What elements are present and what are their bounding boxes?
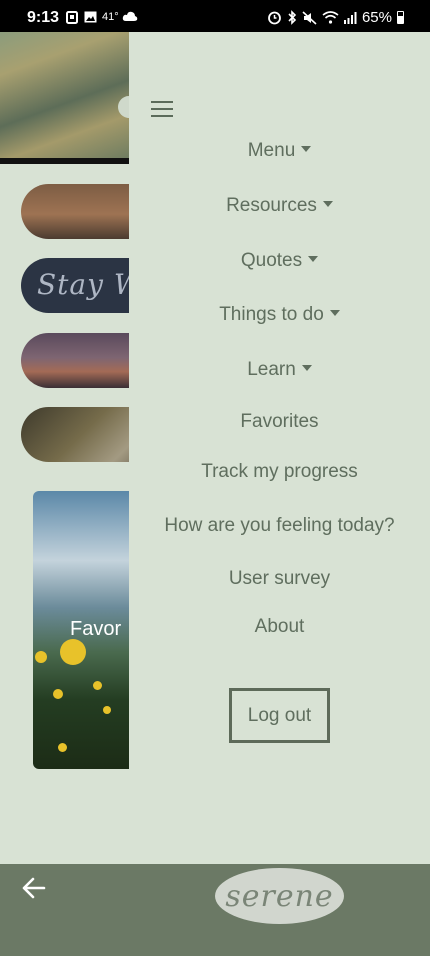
category-card-2[interactable]: Stay W [21, 258, 129, 313]
bottom-bar: serene [0, 864, 430, 956]
bluetooth-icon [288, 10, 297, 25]
category-card-3[interactable] [21, 333, 129, 388]
nav-how-are-you-feeling[interactable]: How are you feeling today? [129, 515, 430, 537]
flower-decoration [103, 706, 111, 714]
alarm-icon [268, 11, 281, 25]
back-arrow-icon[interactable] [22, 877, 46, 899]
system-icons: 65% [267, 9, 404, 26]
cloud-icon [122, 11, 138, 21]
wifi-icon [322, 11, 339, 24]
notification-icons [66, 10, 97, 24]
phone-notification-icon [66, 10, 78, 24]
nav-about[interactable]: About [129, 616, 430, 638]
nav-track-my-progress[interactable]: Track my progress [129, 461, 430, 483]
caret-down-icon [322, 200, 333, 207]
nav-resources-dropdown[interactable]: Resources [129, 195, 430, 217]
nav-menu-dropdown[interactable]: Menu [129, 140, 430, 162]
logout-button[interactable]: Log out [229, 688, 330, 743]
quote-snippet: Stay W [37, 268, 129, 301]
hero-image [0, 32, 129, 158]
nav-label: Things to do [219, 304, 324, 325]
nav-label: About [254, 616, 305, 637]
flower-decoration [35, 651, 47, 663]
flower-decoration [53, 689, 63, 699]
navigation-drawer: Menu Resources Quotes Things to do Learn… [129, 32, 430, 864]
nav-label: How are you feeling today? [164, 515, 395, 536]
nav-things-to-do-dropdown[interactable]: Things to do [129, 304, 430, 326]
nav-label: Track my progress [201, 461, 358, 482]
nav-label: Learn [247, 359, 296, 380]
nav-label: Favorites [240, 411, 319, 432]
nav-favorites[interactable]: Favorites [129, 411, 430, 433]
battery-icon [397, 11, 404, 24]
flower-decoration [93, 681, 102, 690]
nav-label: Resources [226, 195, 317, 216]
caret-down-icon [308, 255, 319, 262]
status-time: 9:13 [27, 9, 60, 26]
category-card-1[interactable] [21, 184, 129, 239]
nav-user-survey[interactable]: User survey [129, 568, 430, 590]
nav-label: User survey [228, 568, 331, 589]
hamburger-menu-icon[interactable] [151, 101, 173, 117]
image-notification-icon [84, 11, 97, 23]
nav-label: Quotes [240, 250, 303, 271]
nav-label: Menu [247, 140, 296, 161]
nav-quotes-dropdown[interactable]: Quotes [129, 250, 430, 272]
flower-decoration [58, 743, 67, 752]
logo-text: serene [225, 878, 334, 914]
category-card-4[interactable] [21, 407, 129, 462]
status-temperature: 41° [102, 11, 119, 23]
favorites-card-label: Favor [70, 618, 122, 640]
flower-decoration [60, 639, 86, 665]
caret-down-icon [301, 364, 312, 371]
status-bar: 9:13 41° 65% [0, 0, 430, 32]
app-logo: serene [215, 868, 344, 924]
nav-learn-dropdown[interactable]: Learn [129, 359, 430, 381]
hero-divider [0, 158, 129, 164]
caret-down-icon [329, 309, 340, 316]
mute-icon [302, 10, 317, 25]
signal-icon [343, 11, 357, 24]
background-page: Stay W Favor [0, 32, 129, 864]
caret-down-icon [301, 145, 312, 152]
battery-percent: 65% [361, 9, 392, 26]
